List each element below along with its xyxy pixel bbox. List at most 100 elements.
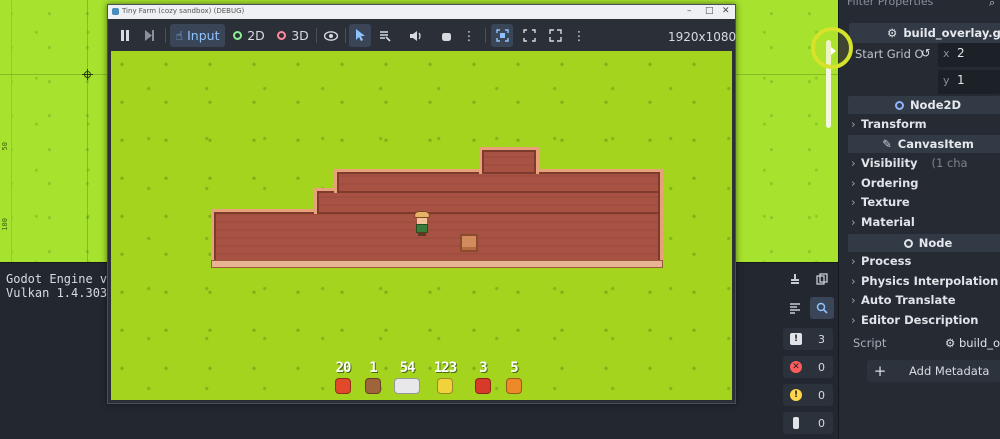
info-toggle[interactable]: 0 — [783, 412, 833, 434]
ruler-mark-50: 50 — [1, 142, 9, 151]
maximize-icon[interactable]: □ — [705, 6, 714, 16]
list-select-icon[interactable] — [374, 24, 396, 47]
fish-icon — [394, 378, 420, 394]
section-node[interactable]: Node — [848, 234, 1000, 252]
next-frame-button[interactable] — [139, 24, 161, 47]
category-auto-translate[interactable]: › Auto Translate — [851, 293, 956, 307]
fit-view-icon[interactable] — [491, 24, 513, 47]
category-label: Material — [861, 215, 915, 229]
corn-icon — [437, 378, 453, 394]
brush-icon: ✎ — [882, 137, 892, 151]
input-mode-button[interactable]: ☝ Input — [170, 24, 225, 47]
section-node2d[interactable]: Node2D — [848, 96, 1000, 114]
visibility-change-hint: (1 cha — [931, 156, 968, 170]
mode-3d-button[interactable]: 3D — [273, 24, 313, 47]
audio-speaker-icon[interactable] — [404, 24, 426, 47]
hud-corn-count: 123 — [433, 360, 457, 376]
errors-count: 0 — [818, 360, 825, 374]
category-material[interactable]: › Material — [851, 215, 915, 229]
copy-output-icon[interactable] — [810, 268, 834, 290]
floor-front-edge — [211, 260, 663, 268]
add-metadata-button[interactable]: + Add Metadata — [867, 360, 1000, 382]
category-process[interactable]: › Process — [851, 254, 911, 268]
exclamation-icon: ! — [790, 333, 802, 345]
script-property-value[interactable]: ⚙ build_ove — [945, 336, 1000, 350]
search-icon[interactable]: ⌕ — [989, 0, 995, 10]
errors-toggle[interactable]: ✕ 0 — [783, 356, 833, 378]
more-options-icon[interactable]: ⋮ — [571, 24, 587, 47]
hud-wood-count: 1 — [369, 360, 377, 376]
info-count: 0 — [818, 416, 825, 430]
game-window[interactable]: Tiny Farm (cozy sandbox) (DEBUG) – □ ✕ ☝… — [107, 4, 736, 404]
category-texture[interactable]: › Texture — [851, 195, 910, 209]
plus-icon: + — [873, 362, 887, 380]
window-title: Tiny Farm (cozy sandbox) (DEBUG) — [122, 7, 245, 15]
start-grid-label: Start Grid O — [855, 47, 924, 61]
script-header[interactable]: ⚙ build_overlay.gd — [849, 23, 1000, 43]
game-viewport[interactable]: 20 1 54 123 3 5 — [111, 51, 732, 400]
minimize-icon[interactable]: – — [687, 6, 692, 16]
section-node2d-label: Node2D — [909, 98, 962, 112]
errors-total-toggle[interactable]: ! 3 — [783, 328, 833, 350]
wood-log-icon — [365, 378, 381, 394]
resolution-label: 1920x1080 — [668, 30, 737, 44]
output-line: Godot Engine v4. — [6, 272, 122, 286]
expand-view-icon[interactable] — [518, 24, 540, 47]
category-label: Editor Description — [861, 313, 979, 327]
mode-2d-button[interactable]: 2D — [229, 24, 269, 47]
toolbar-separator — [345, 28, 346, 43]
clear-output-icon[interactable] — [783, 268, 807, 290]
warnings-count: 0 — [818, 388, 825, 402]
section-canvas-item-label: CanvasItem — [897, 137, 974, 151]
start-grid-y-value: 1 — [957, 73, 965, 87]
category-label: Texture — [861, 195, 910, 209]
start-grid-y-field[interactable]: y 1 — [938, 70, 1000, 94]
category-visibility[interactable]: › Visibility (1 cha — [851, 156, 968, 170]
category-label: Transform — [861, 117, 927, 131]
select-arrow-icon[interactable] — [349, 24, 371, 47]
section-node-label: Node — [918, 236, 953, 250]
floor-step-3 — [479, 147, 539, 174]
hud-apple-count: 20 — [335, 360, 352, 376]
fullscreen-icon[interactable] — [544, 24, 566, 47]
errors-total-count: 3 — [818, 332, 825, 346]
add-metadata-label: Add Metadata — [909, 364, 990, 378]
search-output-icon[interactable] — [810, 297, 834, 319]
node3d-icon — [277, 31, 287, 40]
revert-icon[interactable]: ↺ — [921, 46, 931, 60]
close-icon[interactable]: ✕ — [722, 6, 730, 16]
filter-lines-icon[interactable] — [783, 297, 807, 319]
warnings-toggle[interactable]: ! 0 — [783, 384, 833, 406]
script-value-text: build_ove — [958, 336, 1000, 350]
suspend-hand-icon[interactable] — [435, 24, 457, 47]
error-icon: ✕ — [790, 361, 802, 373]
vertical-guide — [87, 0, 88, 262]
hud-corn: 123 — [428, 361, 462, 394]
node2d-icon — [894, 100, 904, 110]
y-axis-label: y — [943, 74, 950, 87]
category-ordering[interactable]: › Ordering — [851, 176, 919, 190]
hand-pointer-icon: ☝ — [175, 28, 184, 43]
warning-icon: ! — [790, 389, 802, 401]
tomato-icon — [475, 378, 491, 394]
category-physics-interpolation[interactable]: › Physics Interpolation — [851, 274, 998, 288]
category-transform[interactable]: › Transform — [851, 117, 927, 131]
category-editor-description[interactable]: › Editor Description — [851, 313, 978, 327]
script-property-label: Script — [853, 336, 887, 350]
vertical-ruler: 50 100 — [0, 0, 12, 262]
pause-button[interactable] — [114, 24, 136, 47]
start-grid-x-field[interactable]: x 2 — [938, 43, 1000, 67]
gear-icon: ⚙ — [887, 26, 898, 40]
crate-sprite — [460, 234, 478, 252]
hud-pumpkin-count: 5 — [510, 360, 518, 376]
category-label: Ordering — [861, 176, 919, 190]
visibility-eye-icon[interactable] — [320, 24, 342, 47]
more-options-icon[interactable]: ⋮ — [461, 24, 477, 47]
start-grid-text: Start Grid O — [855, 47, 924, 61]
section-canvas-item[interactable]: ✎ CanvasItem — [848, 135, 1000, 153]
window-titlebar[interactable]: Tiny Farm (cozy sandbox) (DEBUG) – □ ✕ — [108, 5, 735, 19]
filter-properties-input[interactable]: Filter Properties — [847, 0, 933, 8]
node-icon — [903, 238, 913, 248]
hud-tomato: 3 — [466, 361, 500, 394]
category-label: Process — [861, 254, 912, 268]
